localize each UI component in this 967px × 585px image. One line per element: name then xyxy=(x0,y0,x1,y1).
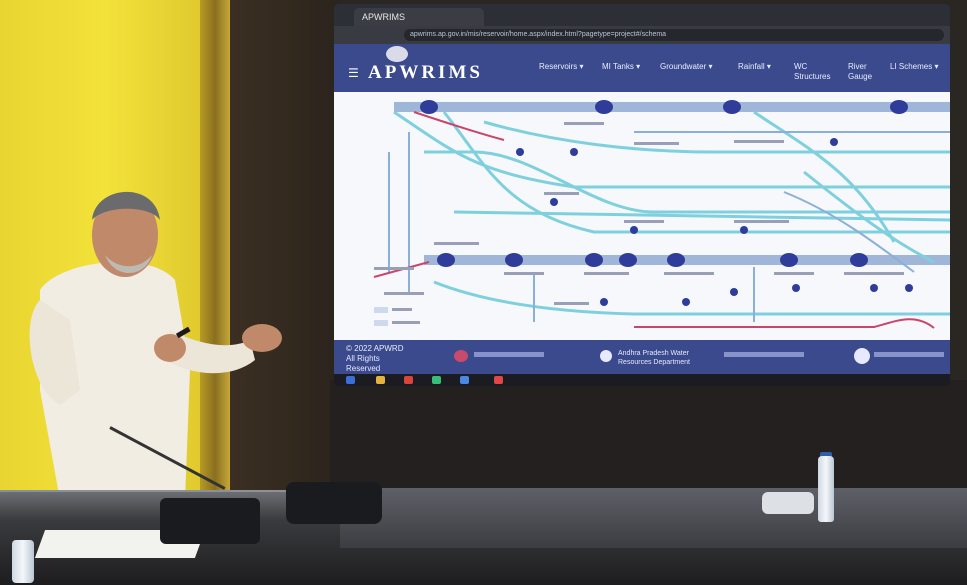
nav-item-river-gauge[interactable]: River Gauge xyxy=(848,62,882,82)
department-text xyxy=(874,352,944,357)
water-network-schematic[interactable] xyxy=(334,92,950,340)
partner-logo-icon xyxy=(454,350,468,362)
ministry-text xyxy=(724,352,804,357)
display-screen: APWRIMS apwrims.ap.gov.in/mis/reservoir/… xyxy=(334,4,950,386)
main-canal-top xyxy=(394,102,950,112)
desk-phone-left xyxy=(160,498,260,544)
browser-tab[interactable]: APWRIMS xyxy=(354,8,484,26)
left-hand xyxy=(154,334,186,362)
right-hand xyxy=(242,324,282,352)
nav-item-groundwater[interactable]: Groundwater ▾ xyxy=(660,62,713,72)
nav-item-rainfall[interactable]: Rainfall ▾ xyxy=(738,62,771,72)
file-explorer-icon[interactable] xyxy=(376,376,385,384)
nav-item-reservoirs[interactable]: Reservoirs ▾ xyxy=(539,62,583,72)
desk-phone-right xyxy=(286,482,382,524)
table-surface xyxy=(340,488,967,548)
partner-text xyxy=(474,352,544,357)
copyright-text: © 2022 APWRD All Rights Reserved xyxy=(346,344,404,373)
partner-seal-icon xyxy=(854,348,870,364)
portal-header: ☰ APWRIMS Reservoirs ▾ MI Tanks ▾ Ground… xyxy=(334,44,950,92)
start-icon[interactable] xyxy=(346,376,355,384)
water-bottle-left xyxy=(12,540,34,583)
media-icon[interactable] xyxy=(494,376,503,384)
nav-item-wc-structures[interactable]: WC Structures xyxy=(794,62,836,82)
portal-logo[interactable]: APWRIMS xyxy=(368,62,483,84)
os-taskbar xyxy=(334,374,950,386)
water-bottle-right xyxy=(818,456,834,522)
conference-speaker xyxy=(762,492,814,514)
tab-title: APWRIMS xyxy=(362,12,406,22)
browser-address-bar: apwrims.ap.gov.in/mis/reservoir/home.asp… xyxy=(334,26,950,44)
url-field[interactable]: apwrims.ap.gov.in/mis/reservoir/home.asp… xyxy=(404,29,944,41)
nav-item-li-schemes[interactable]: LI Schemes ▾ xyxy=(890,62,939,72)
edge-icon[interactable] xyxy=(460,376,469,384)
portal-footer: © 2022 APWRD All Rights Reserved Andhra … xyxy=(334,340,950,374)
department-name: Andhra Pradesh Water Resources Departmen… xyxy=(618,350,690,366)
ap-emblem-icon xyxy=(600,350,612,362)
browser-tab-bar: APWRIMS xyxy=(334,4,950,26)
app-icon[interactable] xyxy=(432,376,441,384)
hamburger-menu-icon[interactable]: ☰ xyxy=(348,66,359,80)
nav-item-mi-tanks[interactable]: MI Tanks ▾ xyxy=(602,62,640,72)
main-canal-bottom xyxy=(424,255,950,265)
presenter xyxy=(29,191,282,530)
emblem-icon xyxy=(386,46,408,62)
chrome-icon[interactable] xyxy=(404,376,413,384)
